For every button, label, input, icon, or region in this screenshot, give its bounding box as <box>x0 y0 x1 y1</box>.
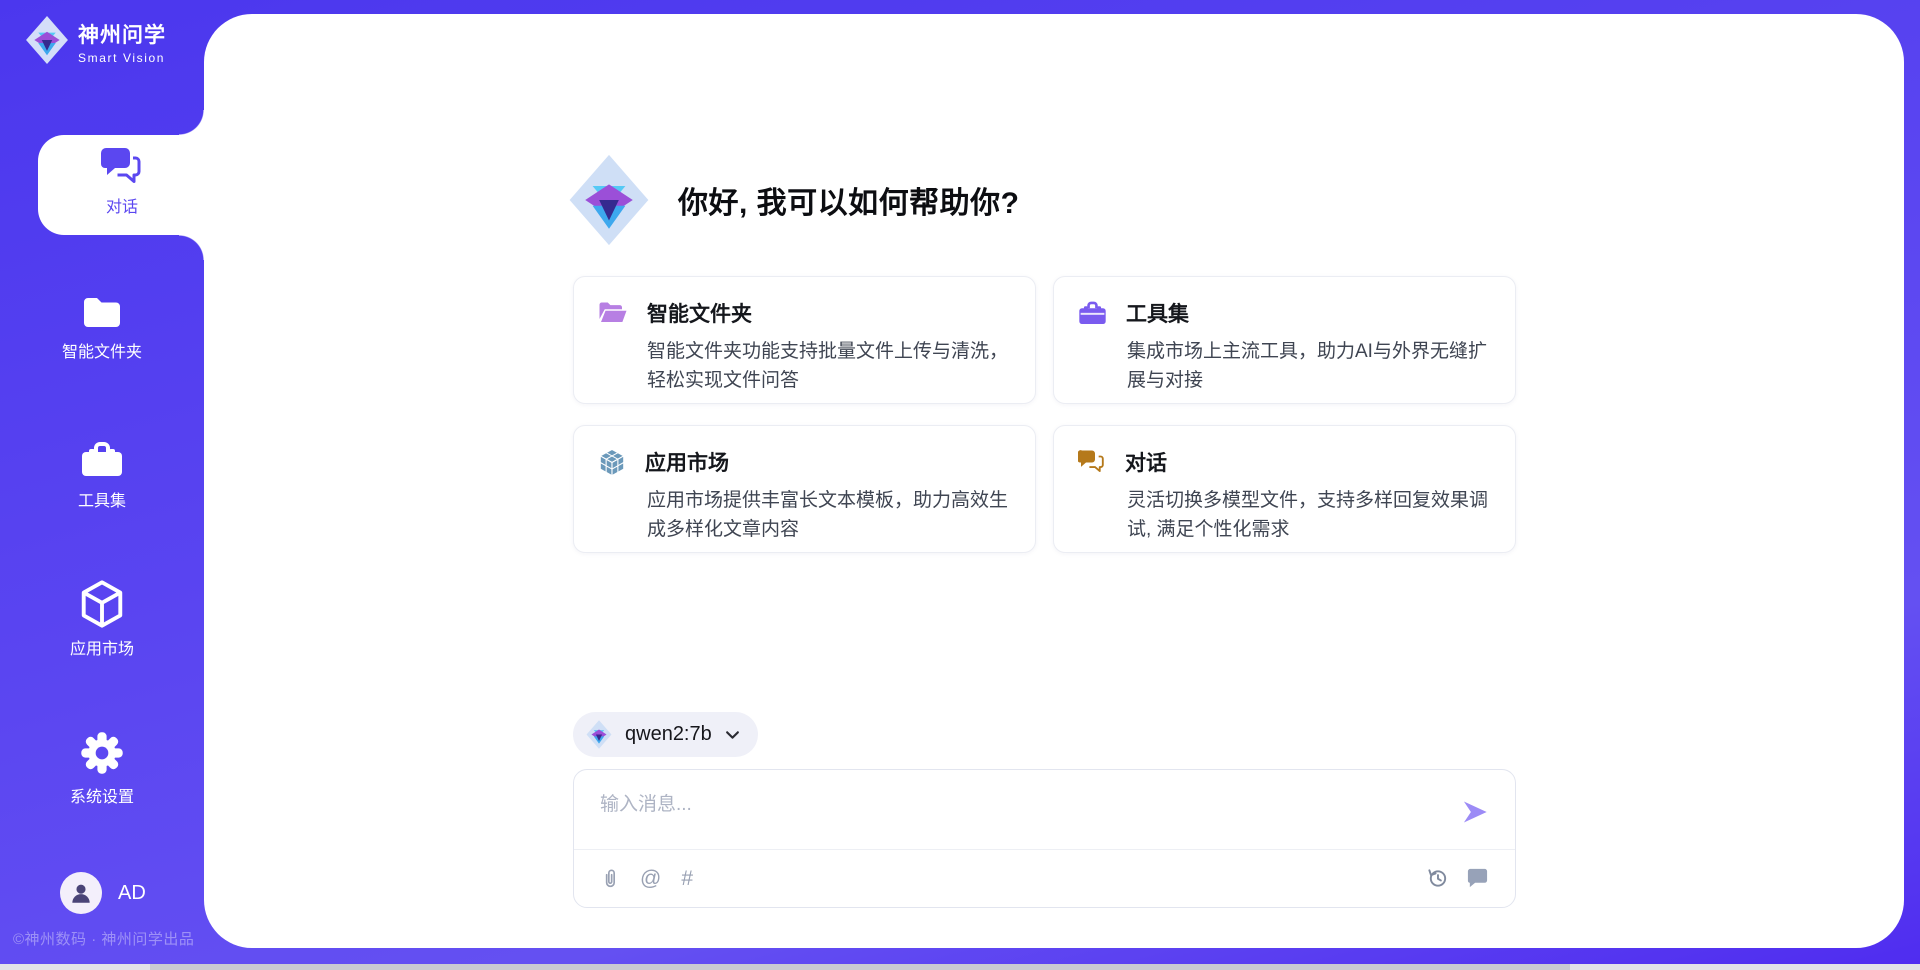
card-title: 工具集 <box>1126 298 1189 328</box>
feature-cards: 智能文件夹 智能文件夹功能支持批量文件上传与清洗，轻松实现文件问答 工具集 集成… <box>573 276 1516 553</box>
toolbox-icon <box>0 440 204 480</box>
logo-diamond-icon <box>586 720 612 749</box>
person-icon <box>68 880 94 906</box>
model-name: qwen2:7b <box>625 723 712 746</box>
comment-icon[interactable] <box>1466 866 1489 889</box>
brand-name: 神州问学 <box>78 24 166 47</box>
sidebar: 神州问学 Smart Vision 对话 智能文件夹 <box>0 0 204 970</box>
briefcase-icon <box>1078 300 1107 327</box>
grid-cube-icon <box>598 448 626 477</box>
folder-icon <box>0 293 204 331</box>
footer-credit: ©神州数码 · 神州问学出品 <box>13 928 213 949</box>
card-chat[interactable]: 对话 灵活切换多模型文件，支持多样回复效果调试, 满足个性化需求 <box>1053 425 1516 553</box>
message-input[interactable] <box>600 788 1440 822</box>
sidebar-item-label: 应用市场 <box>0 635 204 659</box>
sidebar-item-settings[interactable]: 系统设置 <box>0 730 204 807</box>
cube-icon <box>0 580 204 628</box>
logo-diamond-icon <box>24 16 70 69</box>
gear-icon <box>0 730 204 776</box>
sidebar-item-smart-folder[interactable]: 智能文件夹 <box>0 293 204 362</box>
card-description: 集成市场上主流工具，助力AI与外界无缝扩展与对接 <box>1127 337 1493 395</box>
logo-diamond-icon <box>568 154 650 246</box>
sidebar-item-label: 系统设置 <box>0 783 204 807</box>
card-description: 智能文件夹功能支持批量文件上传与清洗，轻松实现文件问答 <box>647 337 1013 395</box>
hash-icon[interactable]: # <box>681 868 693 889</box>
card-description: 灵活切换多模型文件，支持多样回复效果调试, 满足个性化需求 <box>1127 486 1493 544</box>
user-profile[interactable]: AD <box>60 872 146 914</box>
card-toolset[interactable]: 工具集 集成市场上主流工具，助力AI与外界无缝扩展与对接 <box>1053 276 1516 404</box>
chat-bubbles-icon <box>38 146 206 186</box>
sidebar-item-label: 智能文件夹 <box>0 338 204 362</box>
sidebar-item-app-market[interactable]: 应用市场 <box>0 580 204 659</box>
sidebar-item-label: 对话 <box>38 193 206 217</box>
greeting-title: 你好, 我可以如何帮助你? <box>678 178 1020 222</box>
chevron-down-icon <box>725 730 740 740</box>
send-icon[interactable] <box>1461 798 1489 826</box>
avatar <box>60 872 102 914</box>
user-name: AD <box>118 882 146 905</box>
scrollbar-thumb[interactable] <box>150 964 1570 970</box>
message-composer: @ # <box>573 769 1516 908</box>
sidebar-item-toolset[interactable]: 工具集 <box>0 440 204 511</box>
card-title: 应用市场 <box>645 447 729 477</box>
content-area: 你好, 我可以如何帮助你? 智能文件夹 智能文件夹功能支持批量文件上传与清洗，轻… <box>204 14 1904 948</box>
at-icon[interactable]: @ <box>640 868 661 889</box>
card-title: 对话 <box>1125 447 1167 477</box>
paperclip-icon[interactable] <box>600 866 620 890</box>
chat-bubbles-icon <box>1078 449 1106 476</box>
sidebar-item-label: 工具集 <box>0 487 204 511</box>
brand: 神州问学 Smart Vision <box>24 16 204 69</box>
card-description: 应用市场提供丰富长文本模板，助力高效生成多样化文章内容 <box>647 486 1013 544</box>
composer-divider <box>574 849 1515 850</box>
horizontal-scrollbar[interactable] <box>0 964 1920 970</box>
greeting: 你好, 我可以如何帮助你? <box>568 154 1020 246</box>
model-selector[interactable]: qwen2:7b <box>573 712 758 757</box>
card-app-market[interactable]: 应用市场 应用市场提供丰富长文本模板，助力高效生成多样化文章内容 <box>573 425 1036 553</box>
brand-subtitle: Smart Vision <box>78 51 165 65</box>
sidebar-item-chat[interactable]: 对话 <box>38 146 206 217</box>
card-title: 智能文件夹 <box>647 298 752 328</box>
history-icon[interactable] <box>1426 866 1449 889</box>
card-smart-folder[interactable]: 智能文件夹 智能文件夹功能支持批量文件上传与清洗，轻松实现文件问答 <box>573 276 1036 404</box>
folder-open-icon <box>598 300 628 326</box>
